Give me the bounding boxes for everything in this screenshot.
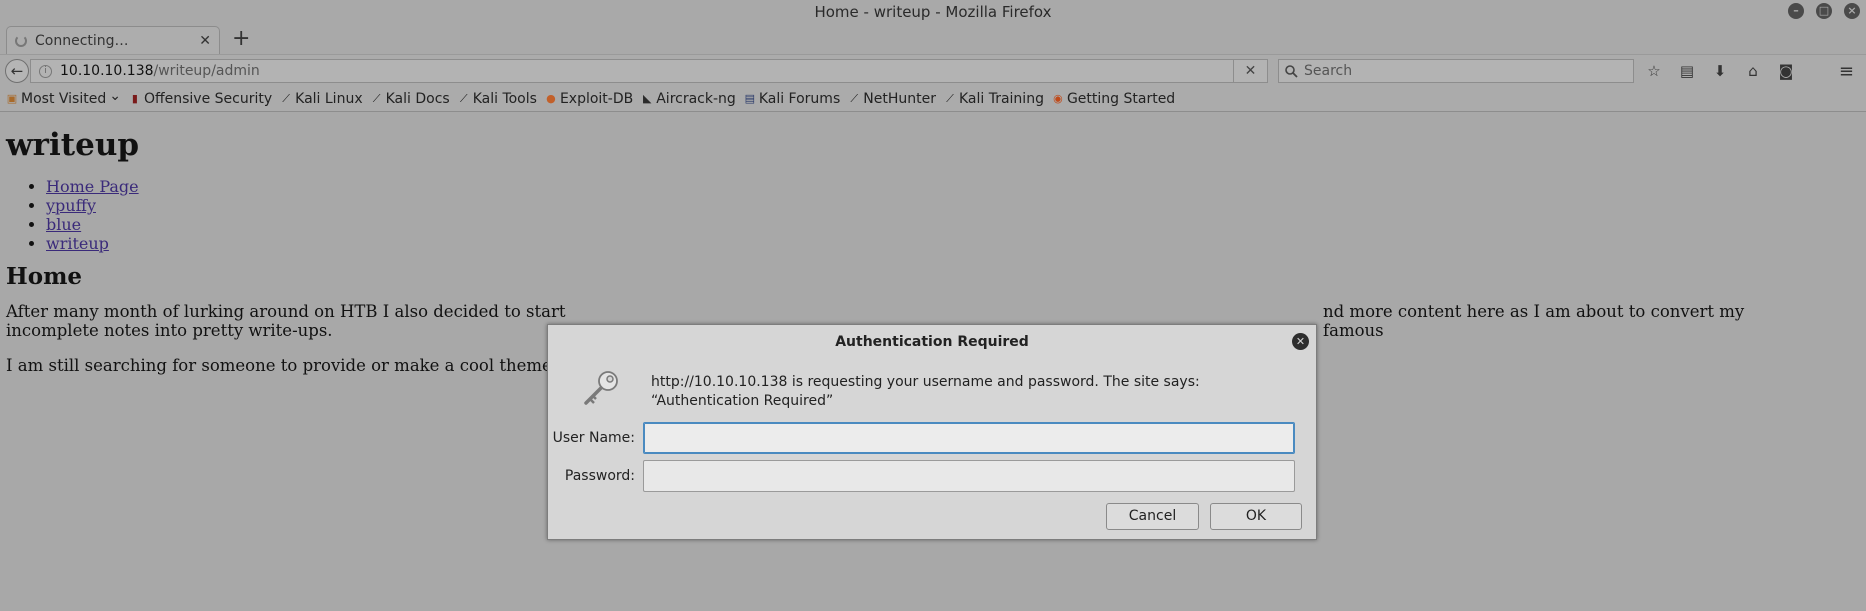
section-heading: Home	[6, 263, 83, 290]
intro-paragraph-line2: incomplete notes into pretty write-ups.	[6, 321, 333, 340]
dialog-message: http://10.10.10.138 is requesting your u…	[651, 374, 1200, 409]
toolbar-icons: ☆ ▤ ⬇ ⌂ ◙	[1646, 61, 1794, 81]
exploitdb-icon: ●	[546, 91, 556, 105]
bookmark-label: Kali Forums	[758, 90, 841, 107]
reading-list-icon[interactable]: ▤	[1679, 61, 1695, 81]
bookmark-label: Most Visited	[21, 90, 107, 107]
nav-list-item: blue	[46, 215, 1866, 234]
forums-icon: ▤	[744, 91, 756, 105]
offsec-icon: ▮	[131, 91, 138, 105]
navigation-bar: ← i 10.10.10.138/writeup/admin ✕ ☆ ▤ ⬇ ⌂…	[0, 54, 1866, 86]
search-icon	[1285, 64, 1298, 78]
close-window-button[interactable]: ×	[1844, 3, 1860, 19]
kali-icon: ⟋	[372, 91, 381, 105]
folder-icon: ▣	[6, 91, 18, 105]
key-icon	[584, 371, 618, 405]
dialog-title: Authentication Required	[835, 334, 1029, 350]
bookmark-item[interactable]: ⟋ NetHunter	[848, 91, 936, 107]
bookmark-item[interactable]: ● Exploit-DB	[545, 91, 633, 107]
bookmark-label: Kali Linux	[295, 90, 363, 107]
firefox-icon: ◉	[1053, 91, 1063, 105]
bookmark-item[interactable]: ◉ Getting Started	[1052, 91, 1175, 107]
intro-paragraph-right: nd more content here as I am about to co…	[1323, 302, 1745, 340]
bookmark-item[interactable]: ⟋ Kali Linux	[280, 91, 362, 107]
stop-loading-icon[interactable]: ✕	[1233, 60, 1267, 82]
url-bar[interactable]: i 10.10.10.138/writeup/admin ✕	[30, 59, 1268, 83]
search-input[interactable]	[1304, 63, 1624, 79]
window-title: Home - writeup - Mozilla Firefox	[814, 3, 1052, 21]
back-button[interactable]: ←	[5, 59, 29, 83]
maximize-button[interactable]: □	[1816, 3, 1832, 19]
authentication-dialog: Authentication Required ✕ http://10.10.1…	[547, 324, 1317, 540]
bookmark-label: Kali Docs	[385, 90, 450, 107]
nav-link-home-page[interactable]: Home Page	[46, 177, 139, 196]
minimize-button[interactable]: –	[1788, 3, 1804, 19]
url-path: /writeup/admin	[153, 63, 260, 79]
url-host: 10.10.10.138	[60, 63, 154, 79]
username-label: User Name:	[552, 430, 635, 446]
nav-link-blue[interactable]: blue	[46, 215, 81, 234]
search-bar[interactable]	[1278, 59, 1634, 83]
kali-icon: ⟋	[282, 91, 290, 105]
bookmark-label: NetHunter	[863, 90, 936, 107]
window-controls: – □ ×	[1788, 3, 1860, 19]
aircrack-icon: ◣	[643, 91, 652, 105]
nav-list-item: Home Page	[46, 177, 1866, 196]
tab-title: Connecting…	[35, 32, 129, 49]
bookmark-item[interactable]: ◣ Aircrack-ng	[641, 91, 736, 107]
username-input[interactable]	[643, 422, 1295, 454]
bookmark-label: Offensive Security	[143, 90, 273, 107]
kali-icon: ⟋	[850, 91, 859, 105]
nav-link-writeup[interactable]: writeup	[46, 234, 109, 253]
home-icon[interactable]: ⌂	[1745, 61, 1761, 81]
page-title: writeup	[6, 127, 140, 163]
nav-link-ypuffy[interactable]: ypuffy	[46, 196, 96, 215]
bookmark-label: Exploit-DB	[559, 90, 634, 107]
username-row: User Name:	[548, 422, 1295, 454]
bookmark-item[interactable]: ▣ Most Visited ⌄	[6, 87, 121, 107]
bookmark-label: Aircrack-ng	[656, 90, 736, 107]
new-tab-button[interactable]: +	[232, 26, 250, 52]
kali-icon: ⟋	[946, 91, 954, 105]
cancel-button[interactable]: Cancel	[1106, 503, 1199, 530]
bookmark-label: Getting Started	[1066, 90, 1176, 107]
loading-spinner-icon	[15, 34, 27, 47]
bookmark-item[interactable]: ⟋ Kali Training	[944, 91, 1044, 107]
bookmark-item[interactable]: ▮ Offensive Security	[129, 91, 272, 107]
nav-list-item: ypuffy	[46, 196, 1866, 215]
nav-list-item: writeup	[46, 234, 1866, 253]
hamburger-menu-icon[interactable]: ≡	[1839, 61, 1854, 82]
nav-list: Home Page ypuffy blue writeup	[46, 177, 1866, 253]
password-row: Password:	[548, 460, 1295, 492]
window-titlebar: Home - writeup - Mozilla Firefox – □ ×	[0, 0, 1866, 24]
password-input[interactable]	[643, 460, 1295, 492]
bookmark-item[interactable]: ⟋ Kali Docs	[371, 91, 450, 107]
tab-current[interactable]: Connecting… ✕	[6, 26, 220, 54]
tab-strip: Connecting… ✕ +	[0, 24, 1866, 54]
tab-close-icon[interactable]: ✕	[199, 33, 211, 49]
site-info-icon[interactable]: i	[39, 64, 52, 78]
bookmark-star-icon[interactable]: ☆	[1646, 61, 1662, 81]
bookmark-item[interactable]: ⟋ Kali Tools	[458, 91, 537, 107]
downloads-icon[interactable]: ⬇	[1712, 61, 1728, 81]
bookmark-label: Kali Training	[958, 90, 1044, 107]
ok-button[interactable]: OK	[1210, 503, 1302, 530]
bookmark-label: Kali Tools	[472, 90, 537, 107]
dialog-close-icon[interactable]: ✕	[1292, 333, 1309, 350]
bookmark-item[interactable]: ▤ Kali Forums	[744, 90, 841, 107]
chevron-down-icon: ⌄	[109, 87, 121, 104]
bookmarks-bar: ▣ Most Visited ⌄ ▮ Offensive Security ⟋ Kali L…	[0, 86, 1866, 112]
intro-paragraph-left: After many month of lurking around on HT…	[6, 302, 566, 321]
pocket-icon[interactable]: ◙	[1778, 61, 1794, 81]
kali-icon: ⟋	[459, 91, 468, 105]
password-label: Password:	[564, 468, 635, 484]
